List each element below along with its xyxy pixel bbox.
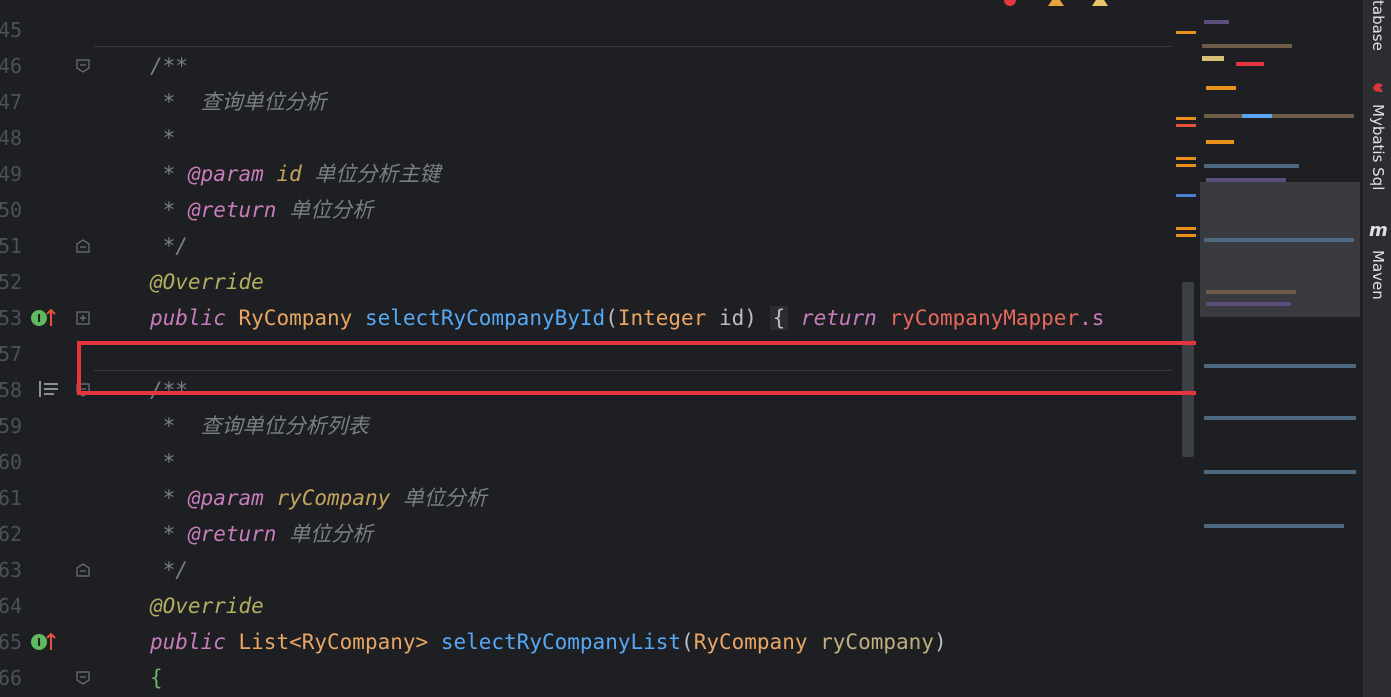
code-line[interactable]: /** [150,48,188,84]
line-number: 53 [0,306,23,330]
code-line[interactable]: */ [150,228,188,264]
code-line[interactable]: { [150,660,163,696]
maven-icon: m [1369,220,1388,241]
line-number: 59 [0,414,23,438]
fold-end-icon[interactable] [76,239,90,253]
database-tool-tab[interactable]: tabase [1369,0,1387,51]
doc-render-icon[interactable] [38,380,60,398]
error-stripe-marker[interactable] [1176,234,1196,237]
fold-collapse-icon[interactable] [76,671,90,685]
line-number: 50 [0,198,23,222]
line-number: 66 [0,666,23,690]
code-line[interactable]: * @param ryCompany 单位分析 [150,480,487,516]
error-stripe-marker[interactable] [1176,194,1196,197]
error-stripe-marker[interactable] [1176,117,1196,120]
line-number: 64 [0,594,23,618]
line-number: 46 [0,54,23,78]
svg-text:I: I [37,636,41,649]
line-number: 58 [0,378,23,402]
code-line[interactable]: * @return 单位分析 [150,516,373,552]
svg-text:I: I [37,312,41,325]
code-minimap[interactable] [1196,0,1362,697]
code-line[interactable]: @Override [150,588,264,624]
line-number: 45 [0,18,23,42]
implements-method-icon[interactable]: I [30,307,56,329]
method-separator [94,46,1172,47]
line-number: 62 [0,522,23,546]
code-line[interactable]: public RyCompany selectRyCompanyById(Int… [150,300,1104,336]
code-line[interactable]: * @return 单位分析 [150,192,373,228]
line-number: 49 [0,162,23,186]
fold-collapse-icon[interactable] [76,59,90,73]
line-number: 52 [0,270,23,294]
line-number: 57 [0,342,23,366]
mybatis-bird-icon [1373,83,1383,92]
inspection-widget[interactable] [1000,0,1150,6]
error-stripe-marker[interactable] [1176,124,1196,127]
line-number: 60 [0,450,23,474]
fold-end-icon[interactable] [76,563,90,577]
line-number: 65 [0,630,23,654]
error-stripe-marker[interactable] [1176,31,1196,34]
line-number: 47 [0,90,23,114]
line-number: 61 [0,486,23,510]
code-editor[interactable]: 45 46 47 48 49 50 51 52 53 57 58 59 60 6… [0,0,1362,697]
code-line[interactable]: public List<RyCompany> selectRyCompanyLi… [150,624,947,660]
implements-method-icon[interactable]: I [30,631,56,653]
error-stripe-marker[interactable] [1176,157,1196,160]
mybatis-sql-tool-tab[interactable]: Mybatis Sql [1369,104,1387,190]
code-line[interactable]: * @param id 单位分析主键 [150,156,441,192]
minimap-viewport[interactable] [1200,182,1360,317]
code-line[interactable]: * [150,120,176,156]
code-line[interactable]: * 查询单位分析列表 [150,408,369,444]
line-number: 48 [0,126,23,150]
maven-tool-tab[interactable]: Maven [1369,250,1387,300]
code-line[interactable]: * 查询单位分析 [150,84,327,120]
error-stripe-marker[interactable] [1176,164,1196,167]
line-number: 63 [0,558,23,582]
fold-expand-icon[interactable] [76,311,90,325]
code-line[interactable]: * [150,444,176,480]
right-tool-strip: tabase Mybatis Sql m Maven [1362,0,1391,697]
error-stripe-marker[interactable] [1176,227,1196,230]
highlight-box [77,341,1206,395]
line-number: 51 [0,234,23,258]
code-line[interactable]: */ [150,552,188,588]
code-line[interactable]: @Override [150,264,264,300]
